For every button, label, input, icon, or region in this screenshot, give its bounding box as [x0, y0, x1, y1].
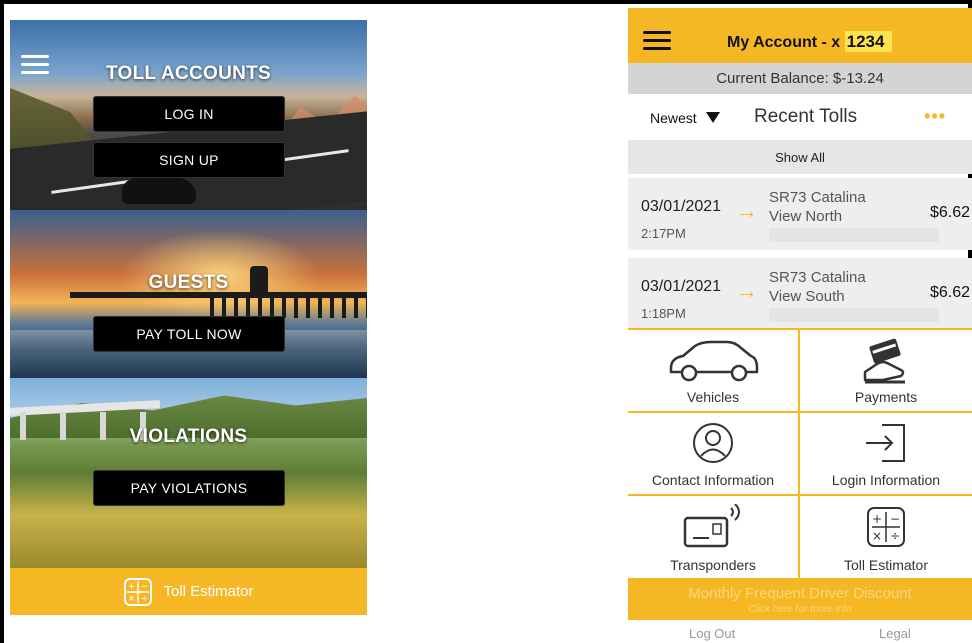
pay-toll-now-button[interactable]: PAY TOLL NOW	[93, 316, 285, 352]
toll-time: 2:17PM	[641, 226, 686, 241]
toll-accounts-title: TOLL ACCOUNTS	[105, 63, 272, 84]
toll-location: SR73 Catalina View South	[769, 268, 866, 306]
more-options-icon[interactable]: •••	[924, 106, 946, 127]
account-title: My Account - x 1234	[727, 31, 893, 52]
contact-information-tile[interactable]: Contact Information	[628, 413, 800, 496]
toll-time: 1:18PM	[641, 306, 686, 321]
toll-location-line1: SR73 Catalina	[769, 189, 866, 206]
transponders-label: Transponders	[670, 557, 756, 573]
toll-location: SR73 Catalina View North	[769, 188, 866, 226]
login-arrow-icon	[866, 424, 905, 462]
svg-text:÷: ÷	[141, 594, 149, 604]
log-in-button[interactable]: LOG IN	[93, 96, 285, 132]
recent-tolls-bar: Newest Recent Tolls •••	[628, 94, 972, 140]
svg-text:−: −	[141, 582, 149, 592]
svg-text:×: ×	[128, 594, 136, 604]
arrow-right-icon: →	[736, 198, 758, 223]
login-information-label: Login Information	[831, 472, 941, 488]
discount-subtitle: Click here for more info	[748, 604, 852, 615]
toll-date: 03/01/2021	[641, 198, 722, 215]
toll-date: 03/01/2021	[641, 278, 722, 295]
transponder-icon	[683, 504, 740, 548]
frequent-driver-discount-banner[interactable]: Monthly Frequent Driver Discount Click h…	[628, 578, 972, 620]
toll-estimator-footer[interactable]: + − × ÷ Toll Estimator	[10, 568, 367, 615]
violations-panel: VIOLATIONS PAY VIOLATIONS	[10, 378, 367, 568]
account-footer: Log Out Legal	[628, 620, 972, 643]
toll-estimator-label: Toll Estimator	[843, 557, 929, 573]
my-account-screen: My Account - x 1234 Current Balance: $-1…	[628, 8, 972, 643]
car-scenery	[122, 178, 196, 204]
toll-amount: $6.62	[929, 204, 970, 221]
guests-title: GUESTS	[148, 272, 229, 293]
toll-accounts-panel: TOLL ACCOUNTS LOG IN SIGN UP	[10, 20, 367, 210]
redacted-detail	[769, 308, 939, 322]
sort-dropdown-label[interactable]: Newest	[650, 110, 697, 126]
toll-location-line2: View North	[769, 208, 843, 225]
user-circle-icon	[693, 423, 733, 463]
hamburger-menu-icon[interactable]	[643, 31, 671, 51]
calculator-icon: + − × ÷	[124, 577, 153, 606]
redacted-detail	[769, 228, 939, 242]
toll-row[interactable]: 03/01/2021 1:18PM → SR73 Catalina View S…	[628, 258, 972, 328]
guests-panel: GUESTS PAY TOLL NOW	[10, 210, 367, 378]
violations-title: VIOLATIONS	[129, 426, 248, 447]
transponders-tile[interactable]: Transponders	[628, 496, 800, 579]
toll-location-line1: SR73 Catalina	[769, 269, 866, 286]
calculator-icon: + − × ÷	[867, 507, 905, 547]
toll-amount: $6.62	[929, 284, 970, 301]
account-header: My Account - x 1234	[628, 8, 972, 63]
svg-text:+: +	[128, 582, 136, 592]
svg-text:×: ×	[872, 529, 882, 543]
svg-text:÷: ÷	[890, 529, 900, 543]
svg-text:−: −	[890, 512, 900, 526]
current-balance: Current Balance: $-13.24	[628, 63, 972, 94]
toll-estimator-label: Toll Estimator	[163, 583, 254, 600]
payments-tile[interactable]: Payments	[800, 330, 972, 413]
toll-location-line2: View South	[769, 288, 845, 305]
legal-link[interactable]: Legal	[879, 626, 911, 641]
toll-row[interactable]: 03/01/2021 2:17PM → SR73 Catalina View N…	[628, 178, 972, 250]
discount-title: Monthly Frequent Driver Discount	[688, 585, 912, 602]
svg-text:+: +	[872, 512, 882, 526]
sign-up-button[interactable]: SIGN UP	[93, 142, 285, 178]
payments-label: Payments	[854, 389, 918, 405]
car-icon	[669, 340, 759, 382]
show-all-button[interactable]: Show All	[628, 140, 972, 174]
toll-estimator-tile[interactable]: + − × ÷ Toll Estimator	[800, 496, 972, 579]
vehicles-tile[interactable]: Vehicles	[628, 330, 800, 413]
account-number: 1234	[844, 31, 893, 52]
toll-home-screen: TOLL ACCOUNTS LOG IN SIGN UP GUESTS PAY …	[10, 20, 367, 615]
recent-tolls-title: Recent Tolls	[754, 106, 858, 127]
contact-information-label: Contact Information	[651, 472, 775, 488]
frame-top-border	[0, 0, 972, 4]
log-out-link[interactable]: Log Out	[689, 626, 735, 641]
arrow-right-icon: →	[736, 278, 758, 303]
account-menu-grid: Vehicles Payments Contact Information Lo…	[628, 328, 972, 579]
pier-legs-scenery	[210, 296, 367, 318]
caret-down-icon[interactable]	[706, 112, 720, 123]
frame-left-border	[0, 0, 4, 643]
pay-violations-button[interactable]: PAY VIOLATIONS	[93, 470, 285, 506]
login-information-tile[interactable]: Login Information	[800, 413, 972, 496]
account-title-prefix: My Account - x	[727, 34, 845, 51]
vehicles-label: Vehicles	[686, 389, 740, 405]
credit-card-hand-icon	[863, 338, 905, 384]
